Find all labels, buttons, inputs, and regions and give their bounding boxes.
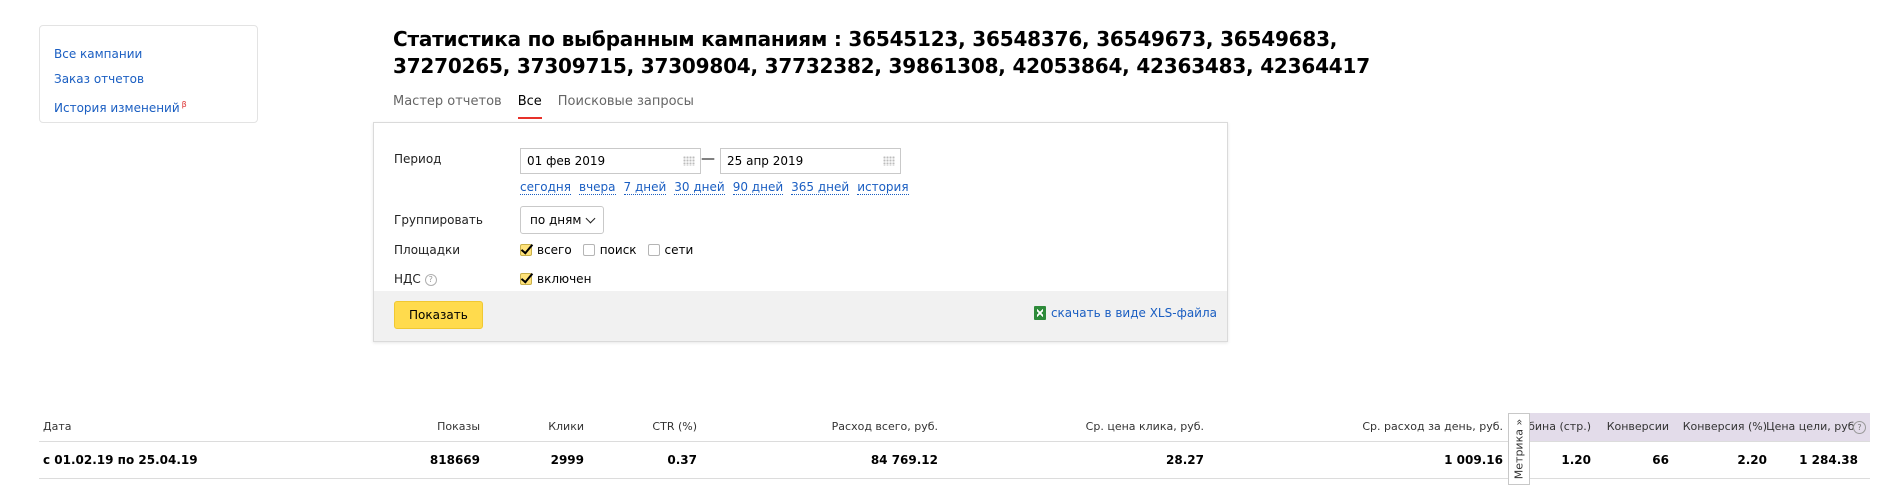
- column-header-goal-cost[interactable]: Цена цели, руб.: [1766, 413, 1858, 441]
- date-to-value: 25 апр 2019: [727, 154, 804, 168]
- column-header-conversions[interactable]: Конверсии: [1607, 413, 1669, 441]
- platform-networks-label: сети: [664, 243, 694, 257]
- cell-spend: 84 769.12: [870, 453, 938, 467]
- vat-included-label: включен: [537, 272, 592, 286]
- cell-conversion-rate: 2.20: [1737, 453, 1767, 467]
- platforms-label: Площадки: [394, 243, 461, 257]
- table-row: с 01.02.19 по 25.04.19 818669 2999 0.37 …: [39, 442, 1870, 479]
- platform-search-label: поиск: [599, 243, 637, 257]
- column-header-spend[interactable]: Расход всего, руб.: [832, 413, 938, 441]
- column-header-ctr[interactable]: CTR (%): [652, 413, 697, 441]
- metrika-tab-label: Метрика »: [1512, 418, 1526, 480]
- vat-label: НДС: [394, 272, 421, 286]
- tab-report-wizard[interactable]: Мастер отчетов: [393, 94, 502, 119]
- vat-included-checkbox[interactable]: [520, 273, 532, 285]
- page-title: Статистика по выбранным кампаниям : 3654…: [393, 27, 1370, 78]
- cell-clicks: 2999: [550, 453, 584, 467]
- panel-footer: Показать скачать в виде XLS-файла: [374, 291, 1227, 341]
- cell-depth: 1.20: [1561, 453, 1591, 467]
- platform-search-checkbox[interactable]: [582, 244, 595, 256]
- tab-all[interactable]: Все: [517, 94, 542, 119]
- platform-networks-checkbox[interactable]: [647, 244, 660, 256]
- vat-checkbox-row: включен: [520, 272, 591, 286]
- metrika-toggle-tab[interactable]: Метрика »: [1508, 413, 1530, 485]
- column-header-impressions[interactable]: Показы: [437, 413, 480, 441]
- chevron-down-icon: [585, 213, 596, 224]
- stats-table: Дата Показы Клики CTR (%) Расход всего, …: [39, 413, 1870, 485]
- calendar-icon[interactable]: [683, 156, 695, 166]
- report-tabs: Мастер отчетов Все Поисковые запросы: [393, 94, 694, 119]
- cell-cpc: 28.27: [1166, 453, 1204, 467]
- date-from-value: 01 фев 2019: [527, 154, 606, 168]
- quick-range-365-days[interactable]: 365 дней: [791, 180, 850, 195]
- tab-search-queries[interactable]: Поисковые запросы: [558, 94, 694, 119]
- help-icon[interactable]: ?: [424, 273, 437, 286]
- date-range-dash: —: [701, 151, 715, 167]
- quick-range-yesterday[interactable]: вчера: [579, 180, 616, 195]
- group-select[interactable]: по дням: [520, 206, 605, 234]
- quick-range-today[interactable]: сегодня: [520, 180, 571, 195]
- sidebar: Все кампании Заказ отчетов История измен…: [39, 25, 258, 123]
- column-header-conversion-rate[interactable]: Конверсия (%): [1683, 413, 1767, 441]
- download-xls-link[interactable]: скачать в виде XLS-файла: [1033, 306, 1217, 320]
- cell-impressions: 818669: [429, 453, 480, 467]
- excel-file-icon: [1033, 306, 1046, 320]
- help-icon[interactable]: ?: [1853, 421, 1866, 434]
- cell-daily-spend: 1 009.16: [1444, 453, 1503, 467]
- calendar-icon[interactable]: [883, 156, 895, 166]
- beta-badge: β: [181, 100, 187, 109]
- column-header-date[interactable]: Дата: [43, 413, 71, 441]
- download-xls-label: скачать в виде XLS-файла: [1050, 306, 1217, 320]
- vat-label-row: НДС?: [394, 272, 437, 286]
- group-select-value: по дням: [530, 213, 582, 227]
- cell-ctr: 0.37: [667, 453, 697, 467]
- date-from-input[interactable]: 01 фев 2019: [520, 148, 701, 174]
- column-header-daily-spend[interactable]: Ср. расход за день, руб.: [1362, 413, 1503, 441]
- quick-range-history[interactable]: история: [857, 180, 909, 195]
- platform-all-checkbox[interactable]: [520, 244, 532, 256]
- quick-range-links: сегодня вчера 7 дней 30 дней 90 дней 365…: [520, 180, 909, 195]
- platform-all-label: всего: [537, 243, 572, 257]
- quick-range-30-days[interactable]: 30 дней: [674, 180, 725, 195]
- column-header-clicks[interactable]: Клики: [548, 413, 584, 441]
- sidebar-item-change-history[interactable]: История изменений β: [54, 92, 243, 121]
- group-label: Группировать: [394, 213, 483, 227]
- platforms-checkboxes: всего поиск сети: [520, 243, 693, 257]
- quick-range-90-days[interactable]: 90 дней: [732, 180, 784, 195]
- date-to-input[interactable]: 25 апр 2019: [720, 148, 901, 174]
- page: Все кампании Заказ отчетов История измен…: [0, 0, 1900, 503]
- sidebar-item-order-reports[interactable]: Заказ отчетов: [54, 67, 243, 92]
- sidebar-item-all-campaigns[interactable]: Все кампании: [54, 42, 243, 67]
- column-header-cpc[interactable]: Ср. цена клика, руб.: [1086, 413, 1204, 441]
- filter-panel: Период 01 фев 2019 — 25 апр 2019 сегодня…: [373, 122, 1228, 342]
- cell-conversions: 66: [1652, 453, 1669, 467]
- table-header-row: Дата Показы Клики CTR (%) Расход всего, …: [39, 413, 1870, 485]
- show-button[interactable]: Показать: [394, 301, 483, 329]
- cell-date: с 01.02.19 по 25.04.19: [43, 453, 198, 467]
- cell-goal-cost: 1 284.38: [1799, 453, 1858, 467]
- quick-range-7-days[interactable]: 7 дней: [623, 180, 667, 195]
- period-label: Период: [394, 152, 442, 166]
- sidebar-item-label: История изменений: [54, 101, 180, 115]
